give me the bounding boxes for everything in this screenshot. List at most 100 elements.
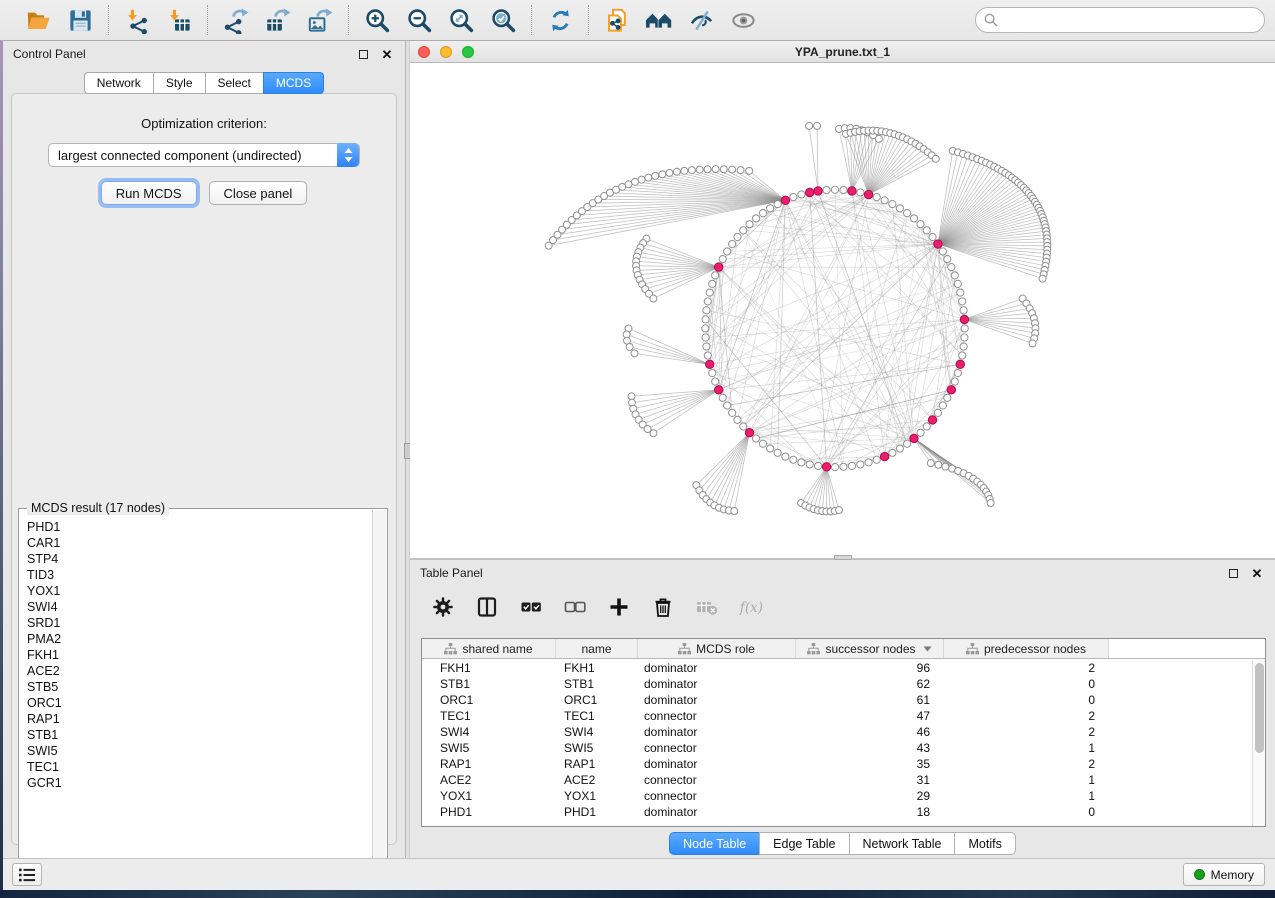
- clone-network-icon[interactable]: [603, 6, 631, 34]
- mcds-result-item[interactable]: SWI4: [27, 599, 371, 615]
- table-row[interactable]: YOX1YOX1connector291: [422, 788, 1252, 804]
- column-header-name[interactable]: name: [556, 639, 638, 658]
- column-header-MCDS-role[interactable]: MCDS role: [638, 639, 796, 658]
- mcds-result-item[interactable]: STP4: [27, 551, 371, 567]
- table-cell: 47: [796, 708, 944, 724]
- hide-graphics-details-icon[interactable]: [687, 6, 715, 34]
- memory-button[interactable]: Memory: [1183, 863, 1265, 886]
- mcds-result-item[interactable]: SWI5: [27, 743, 371, 759]
- mcds-result-item[interactable]: RAP1: [27, 711, 371, 727]
- export-image-icon[interactable]: [306, 6, 334, 34]
- node-table: shared namenameMCDS rolesuccessor nodesp…: [421, 638, 1266, 827]
- tab-select[interactable]: Select: [205, 72, 263, 94]
- float-table-panel-icon[interactable]: [1225, 565, 1241, 581]
- search-input[interactable]: [975, 7, 1265, 33]
- add-column-icon[interactable]: [606, 594, 632, 620]
- close-panel-icon[interactable]: ✕: [379, 46, 395, 62]
- horizontal-splitter-grip[interactable]: [834, 555, 852, 560]
- float-panel-icon[interactable]: [355, 46, 371, 62]
- zoom-selected-icon[interactable]: [489, 6, 517, 34]
- mcds-result-item[interactable]: PMA2: [27, 631, 371, 647]
- tab-edge-table[interactable]: Edge Table: [759, 832, 848, 855]
- table-scrollbar-thumb[interactable]: [1255, 663, 1264, 753]
- optimization-criterion-select[interactable]: largest connected component (undirected): [48, 143, 360, 167]
- mcds-result-item[interactable]: PHD1: [27, 519, 371, 535]
- table-row[interactable]: TEC1TEC1connector472: [422, 708, 1252, 724]
- tab-motifs[interactable]: Motifs: [954, 832, 1015, 855]
- open-file-icon[interactable]: [24, 6, 52, 34]
- mcds-result-item[interactable]: STB5: [27, 679, 371, 695]
- tab-mcds[interactable]: MCDS: [263, 72, 324, 94]
- tab-node-table[interactable]: Node Table: [669, 832, 759, 855]
- mcds-result-item[interactable]: GCR1: [27, 775, 371, 791]
- network-canvas[interactable]: [410, 63, 1275, 558]
- table-row[interactable]: PHD1PHD1dominator180: [422, 804, 1252, 820]
- mcds-result-box: MCDS result (17 nodes) PHD1CAR1STP4TID3Y…: [18, 508, 388, 880]
- table-row[interactable]: FKH1FKH1dominator962: [422, 660, 1252, 676]
- export-table-icon[interactable]: [264, 6, 292, 34]
- table-row[interactable]: SWI5SWI5connector431: [422, 740, 1252, 756]
- table-cell: SWI5: [422, 740, 556, 756]
- column-header-shared-name[interactable]: shared name: [422, 639, 556, 658]
- table-row[interactable]: SWI4SWI4dominator462: [422, 724, 1252, 740]
- task-history-button[interactable]: [12, 863, 42, 886]
- tab-network[interactable]: Network: [84, 72, 153, 94]
- refresh-icon[interactable]: [546, 6, 574, 34]
- close-panel-button[interactable]: Close panel: [209, 181, 308, 205]
- zoom-out-icon[interactable]: [405, 6, 433, 34]
- table-cell: dominator: [638, 676, 796, 692]
- network-overview-icon[interactable]: [645, 6, 673, 34]
- table-cell: connector: [638, 708, 796, 724]
- control-panel-title: Control Panel: [13, 47, 86, 61]
- mcds-result-item[interactable]: TID3: [27, 567, 371, 583]
- table-scrollbar[interactable]: [1252, 660, 1265, 826]
- mcds-result-item[interactable]: STB1: [27, 727, 371, 743]
- mcds-result-item[interactable]: FKH1: [27, 647, 371, 663]
- table-cell: dominator: [638, 724, 796, 740]
- save-session-icon[interactable]: [66, 6, 94, 34]
- delete-column-icon[interactable]: [650, 594, 676, 620]
- table-cell: [1109, 692, 1252, 708]
- gear-icon[interactable]: [430, 594, 456, 620]
- table-cell: [1109, 772, 1252, 788]
- tab-network-table[interactable]: Network Table: [849, 832, 955, 855]
- table-row[interactable]: ACE2ACE2connector311: [422, 772, 1252, 788]
- control-panel-tabs: NetworkStyleSelectMCDS: [3, 72, 405, 94]
- columns-icon[interactable]: [474, 594, 500, 620]
- table-row[interactable]: STB1STB1dominator620: [422, 676, 1252, 692]
- table-cell: 96: [796, 660, 944, 676]
- mcds-result-item[interactable]: ACE2: [27, 663, 371, 679]
- delete-table-icon: [694, 594, 720, 620]
- table-row[interactable]: ORC1ORC1dominator610: [422, 692, 1252, 708]
- close-table-panel-icon[interactable]: ✕: [1249, 565, 1265, 581]
- network-window-titlebar[interactable]: YPA_prune.txt_1: [410, 41, 1275, 63]
- column-header-predecessor-nodes[interactable]: predecessor nodes: [944, 639, 1109, 658]
- mcds-result-item[interactable]: ORC1: [27, 695, 371, 711]
- tab-style[interactable]: Style: [153, 72, 205, 94]
- import-network-icon[interactable]: [123, 6, 151, 34]
- zoom-fit-icon[interactable]: [447, 6, 475, 34]
- import-table-icon[interactable]: [165, 6, 193, 34]
- deselect-all-icon[interactable]: [562, 594, 588, 620]
- mcds-result-item[interactable]: TEC1: [27, 759, 371, 775]
- run-mcds-button[interactable]: Run MCDS: [101, 181, 197, 205]
- zoom-in-icon[interactable]: [363, 6, 391, 34]
- table-cell: connector: [638, 740, 796, 756]
- cytoscape-app: Control Panel ✕ NetworkStyleSelectMCDS O…: [0, 0, 1275, 898]
- column-header-successor-nodes[interactable]: successor nodes: [796, 639, 944, 658]
- table-cell: dominator: [638, 660, 796, 676]
- table-cell: connector: [638, 772, 796, 788]
- table-cell: connector: [638, 788, 796, 804]
- table-cell: 1: [944, 772, 1109, 788]
- mcds-result-item[interactable]: YOX1: [27, 583, 371, 599]
- select-all-icon[interactable]: [518, 594, 544, 620]
- table-cell: ORC1: [556, 692, 638, 708]
- show-graphics-details-icon[interactable]: [729, 6, 757, 34]
- table-row[interactable]: RAP1RAP1dominator352: [422, 756, 1252, 772]
- mcds-result-item[interactable]: CAR1: [27, 535, 371, 551]
- mcds-list-scrollbar[interactable]: [372, 510, 386, 878]
- table-cell: PHD1: [422, 804, 556, 820]
- mcds-result-item[interactable]: SRD1: [27, 615, 371, 631]
- mcds-result-list[interactable]: PHD1CAR1STP4TID3YOX1SWI4SRD1PMA2FKH1ACE2…: [20, 519, 371, 878]
- export-network-icon[interactable]: [222, 6, 250, 34]
